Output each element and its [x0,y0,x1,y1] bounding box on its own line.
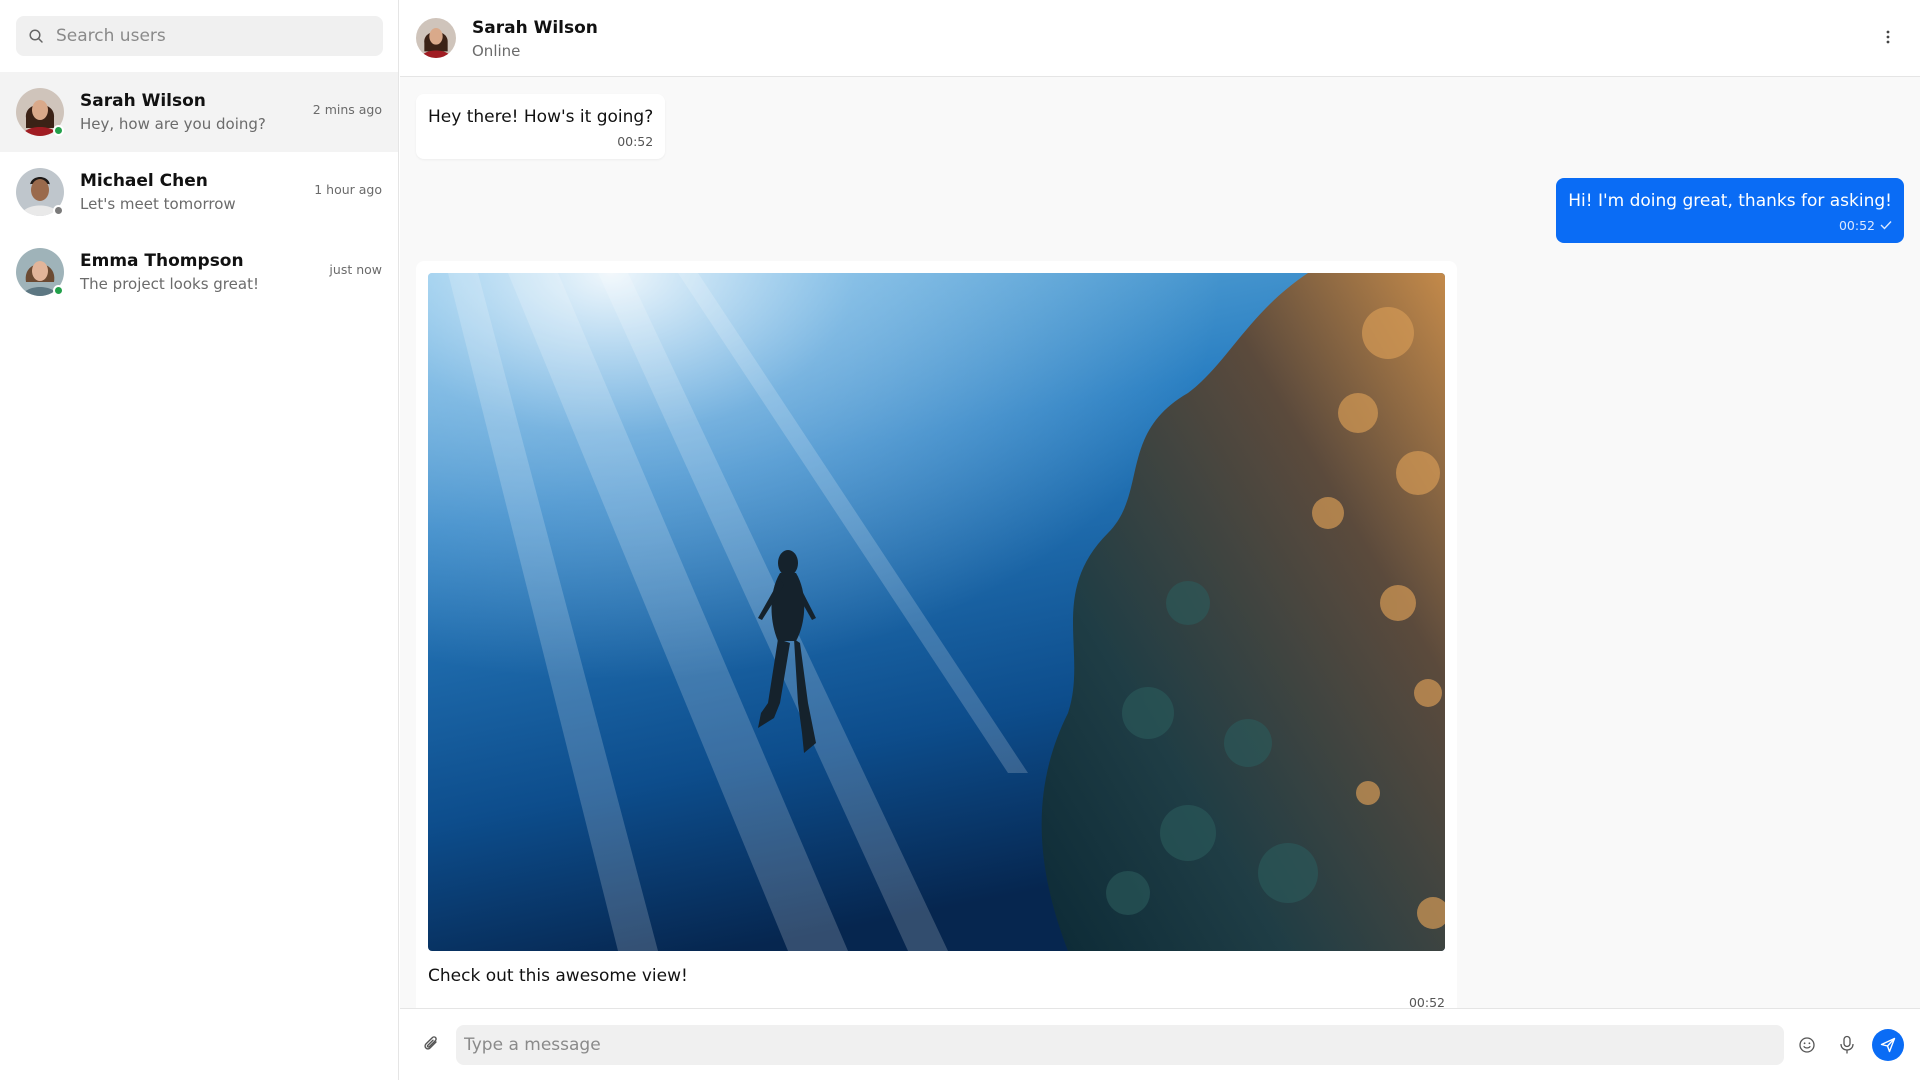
contact-item-sarah-wilson[interactable]: Sarah Wilson Hey, how are you doing? 2 m… [0,72,398,152]
offline-status-dot [53,205,64,216]
message-image[interactable] [428,273,1445,951]
outgoing-message: Hi! I'm doing great, thanks for asking! … [1556,178,1904,243]
message-time: 00:52 [1408,995,1445,1008]
contact-list: Sarah Wilson Hey, how are you doing? 2 m… [0,72,398,312]
send-icon [1880,1037,1896,1053]
message-time: 00:52 [1838,218,1875,233]
search-bar[interactable] [16,16,383,56]
chat-contact-name: Sarah Wilson [472,17,598,38]
more-options-button[interactable] [1876,26,1900,50]
message-list: Hey there! How's it going? 00:52 Hi! I'm… [400,78,1920,1008]
avatar [16,88,64,136]
sidebar: Sarah Wilson Hey, how are you doing? 2 m… [0,0,399,1080]
message-meta: 00:52 [1568,218,1892,233]
incoming-image-message: Check out this awesome view! 00:52 [416,261,1457,1008]
contact-preview: The project looks great! [80,275,259,293]
avatar [16,248,64,296]
search-input[interactable] [56,26,356,46]
contact-time: just now [329,262,382,277]
message-text: Hey there! How's it going? [428,107,654,127]
avatar[interactable] [416,18,456,58]
more-vertical-icon [1886,29,1890,48]
paperclip-icon[interactable] [422,1035,442,1055]
contact-preview: Let's meet tomorrow [80,195,236,213]
online-status-dot [53,285,64,296]
chat-panel: Sarah Wilson Online Hey there! How's it … [400,0,1920,1080]
chat-header: Sarah Wilson Online [400,0,1920,77]
message-text: Hi! I'm doing great, thanks for asking! [1568,191,1892,211]
contact-item-emma-thompson[interactable]: Emma Thompson The project looks great! j… [0,232,398,312]
message-time: 00:52 [617,134,654,149]
check-icon [1880,218,1892,233]
message-input[interactable] [456,1025,1784,1065]
chat-contact-status: Online [472,41,521,60]
message-composer [400,1008,1920,1080]
smile-icon[interactable] [1798,1036,1816,1054]
message-caption: Check out this awesome view! [428,966,688,986]
search-icon [28,28,44,44]
avatar [16,168,64,216]
contact-time: 1 hour ago [314,182,382,197]
contact-item-michael-chen[interactable]: Michael Chen Let's meet tomorrow 1 hour … [0,152,398,232]
contact-time: 2 mins ago [312,102,382,117]
contact-preview: Hey, how are you doing? [80,115,266,133]
microphone-icon[interactable] [1838,1035,1856,1055]
incoming-message: Hey there! How's it going? 00:52 [416,94,666,159]
online-status-dot [53,125,64,136]
send-button[interactable] [1872,1029,1904,1061]
